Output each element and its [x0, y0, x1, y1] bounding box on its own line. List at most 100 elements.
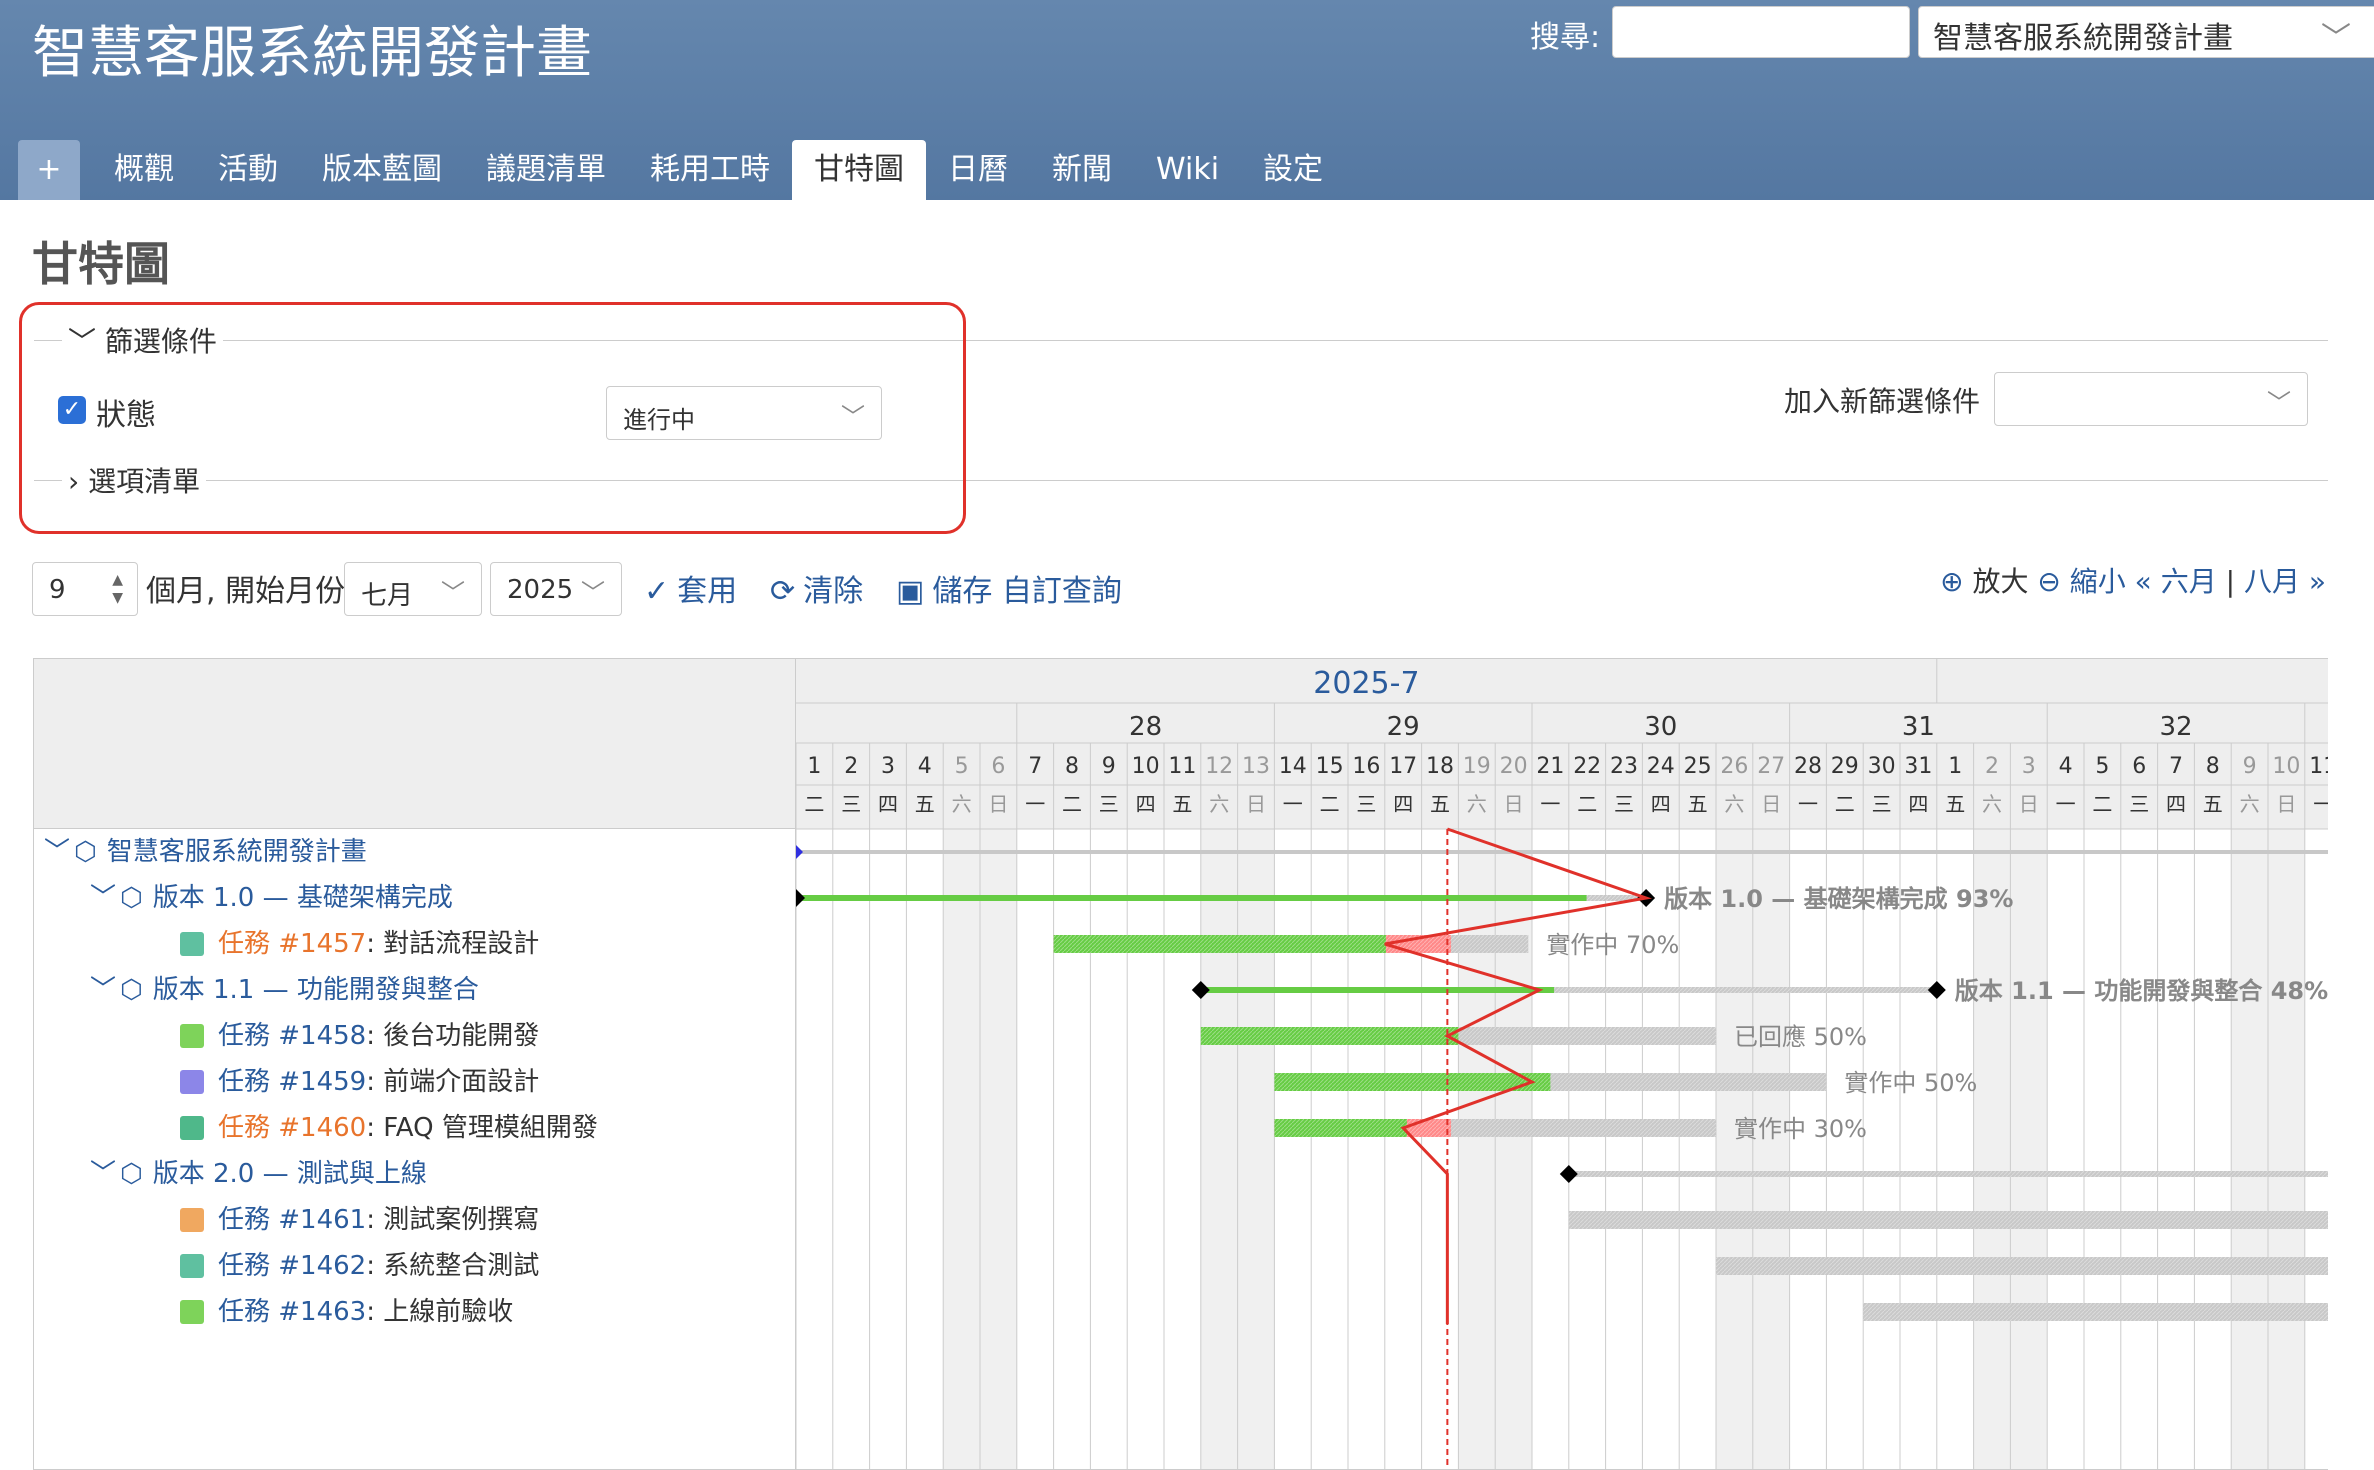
task-icon [180, 932, 204, 956]
version-start-marker [796, 889, 805, 907]
tab-new[interactable]: + [18, 140, 80, 200]
weekday-label: 二 [1320, 792, 1340, 816]
weekday-label: 四 [1908, 792, 1928, 816]
day-label: 4 [918, 754, 932, 779]
row-issue[interactable]: 任務 #1460: FAQ 管理模組開發 [180, 1105, 598, 1151]
tab-news[interactable]: 新聞 [1030, 140, 1134, 200]
day-label: 26 [1720, 754, 1748, 779]
start-year-select[interactable]: 2025 ﹀ [490, 562, 622, 616]
save-query-button[interactable]: ▣ 儲存 自訂查詢 [896, 566, 1122, 610]
row-issue[interactable]: 任務 #1458: 後台功能開發 [180, 1013, 539, 1059]
issue-link[interactable]: 任務 #1458 [218, 1021, 366, 1051]
project-link[interactable]: 智慧客服系統開發計畫 [107, 837, 367, 867]
zoom-in-icon[interactable]: ⊕ [1940, 565, 1963, 598]
day-label: 4 [2059, 754, 2073, 779]
day-label: 27 [1757, 754, 1785, 779]
day-label: 14 [1279, 754, 1307, 779]
tab-gantt[interactable]: 甘特圖 [792, 140, 926, 200]
apply-button[interactable]: ✓ 套用 [644, 566, 737, 610]
day-label: 7 [1028, 754, 1042, 779]
day-label: 9 [1102, 754, 1116, 779]
issue-link[interactable]: 任務 #1463 [218, 1297, 366, 1327]
months-input[interactable]: 9 ▲ ▼ [32, 562, 138, 616]
page-title: 甘特圖 [32, 237, 170, 291]
weekday-label: 日 [1761, 792, 1781, 816]
row-issue[interactable]: 任務 #1457: 對話流程設計 [180, 921, 539, 967]
chevron-down-icon[interactable]: ﹀ [44, 829, 74, 875]
weekday-label: 六 [1467, 792, 1487, 816]
tab-wiki[interactable]: Wiki [1134, 140, 1241, 200]
day-label: 23 [1610, 754, 1638, 779]
week-label: 28 [1129, 712, 1162, 742]
weekday-label: 五 [2203, 792, 2223, 816]
stepper-icon[interactable]: ▲ ▼ [112, 571, 123, 607]
row-version[interactable]: ﹀ ⬡ 版本 2.0 — 測試與上線 [90, 1151, 427, 1197]
tab-time-entries[interactable]: 耗用工時 [628, 140, 792, 200]
issue-link[interactable]: 任務 #1460 [218, 1113, 366, 1143]
header: 智慧客服系統開發計畫 搜尋: 智慧客服系統開發計畫 ﹀ + 概觀 活動 版本藍圖 … [0, 0, 2374, 200]
day-label: 8 [2206, 754, 2220, 779]
zoom-in-button[interactable]: 放大 [1972, 565, 2028, 598]
day-label: 19 [1463, 754, 1491, 779]
task-bar [1863, 1303, 2328, 1321]
weekend-column [1973, 829, 2011, 1469]
week-label: 32 [2159, 712, 2192, 742]
project-jump-select[interactable]: 智慧客服系統開發計畫 ﹀ [1918, 6, 2374, 58]
prev-month-link[interactable]: « 六月 [2135, 565, 2217, 598]
tab-roadmap[interactable]: 版本藍圖 [300, 140, 464, 200]
version-link[interactable]: 版本 1.0 — 基礎架構完成 [153, 883, 453, 913]
next-month-link[interactable]: 八月 » [2244, 565, 2326, 598]
main-menu: + 概觀 活動 版本藍圖 議題清單 耗用工時 甘特圖 日曆 新聞 Wiki 設定 [18, 140, 1345, 200]
issue-subject: : 系統整合測試 [366, 1251, 540, 1281]
search-input[interactable] [1612, 6, 1910, 58]
tab-activity[interactable]: 活動 [196, 140, 300, 200]
chevron-down-icon[interactable]: ﹀ [90, 875, 120, 921]
gantt-chart: ﹀ ⬡ 智慧客服系統開發計畫 ﹀ ⬡ 版本 1.0 — 基礎架構完成 任務 #1457:… [33, 658, 2328, 1470]
weekend-column [980, 829, 1017, 1469]
issue-link[interactable]: 任務 #1461 [218, 1205, 366, 1235]
row-issue[interactable]: 任務 #1459: 前端介面設計 [180, 1059, 539, 1105]
save-label: 儲存 自訂查詢 [932, 574, 1122, 609]
tab-settings[interactable]: 設定 [1241, 140, 1345, 200]
task-done-bar [1274, 1119, 1407, 1137]
project-jump-value: 智慧客服系統開發計畫 [1933, 21, 2233, 56]
weekday-label: 六 [2240, 792, 2260, 816]
weekend-column [1752, 829, 1790, 1469]
issue-subject: : 前端介面設計 [366, 1067, 540, 1097]
day-label: 2 [1985, 754, 1999, 779]
row-issue[interactable]: 任務 #1462: 系統整合測試 [180, 1243, 539, 1289]
chevron-down-icon[interactable]: ﹀ [90, 967, 120, 1013]
zoom-out-icon[interactable]: ⊖ [2037, 565, 2060, 598]
day-label: 3 [2022, 754, 2036, 779]
issue-link[interactable]: 任務 #1462 [218, 1251, 366, 1281]
weekend-column [1495, 829, 1532, 1469]
issue-link[interactable]: 任務 #1459 [218, 1067, 366, 1097]
weekday-label: 四 [1651, 792, 1671, 816]
issue-link[interactable]: 任務 #1457 [218, 929, 366, 959]
weekend-column [2010, 829, 2048, 1469]
tab-calendar[interactable]: 日曆 [926, 140, 1030, 200]
row-issue[interactable]: 任務 #1461: 測試案例撰寫 [180, 1197, 539, 1243]
task-label: 實作中 30% [1734, 1115, 1867, 1143]
day-label: 7 [2169, 754, 2183, 779]
weekday-label: 二 [2092, 792, 2112, 816]
add-filter-select[interactable]: ﹀ [1994, 372, 2308, 426]
row-issue[interactable]: 任務 #1463: 上線前驗收 [180, 1289, 513, 1335]
day-label: 11 [1168, 754, 1196, 779]
row-version[interactable]: ﹀ ⬡ 版本 1.0 — 基礎架構完成 [90, 875, 453, 921]
day-label: 30 [1868, 754, 1896, 779]
start-month-select[interactable]: 七月 ﹀ [344, 562, 482, 616]
row-version[interactable]: ﹀ ⬡ 版本 1.1 — 功能開發與整合 [90, 967, 479, 1013]
zoom-out-button[interactable]: 縮小 [2070, 565, 2126, 598]
day-label: 13 [1242, 754, 1270, 779]
row-project[interactable]: ﹀ ⬡ 智慧客服系統開發計畫 [44, 829, 367, 875]
tab-issues[interactable]: 議題清單 [464, 140, 628, 200]
version-link[interactable]: 版本 2.0 — 測試與上線 [153, 1159, 427, 1189]
version-link[interactable]: 版本 1.1 — 功能開發與整合 [153, 975, 479, 1005]
chevron-down-icon[interactable]: ﹀ [90, 1151, 120, 1197]
day-label: 31 [1904, 754, 1932, 779]
clear-button[interactable]: ⟳ 清除 [770, 566, 863, 610]
tab-overview[interactable]: 概觀 [92, 140, 196, 200]
weekend-column [1237, 829, 1275, 1469]
clear-label: 清除 [803, 574, 864, 609]
